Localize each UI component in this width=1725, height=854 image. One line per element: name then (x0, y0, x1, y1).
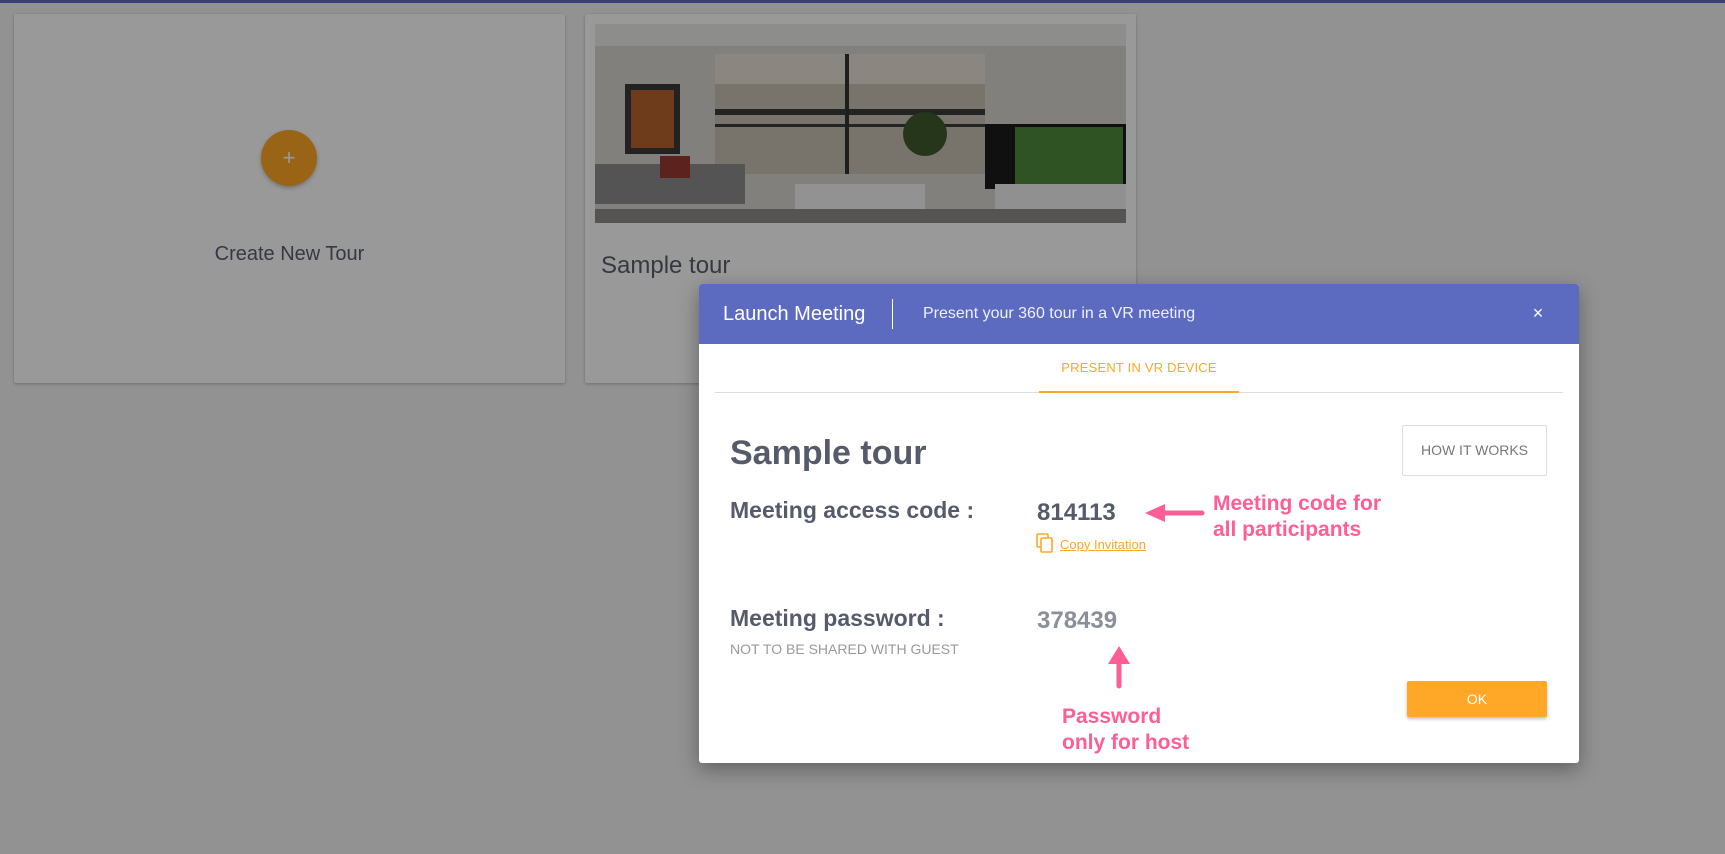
access-code-value: 814113 (1037, 499, 1116, 526)
password-warning: NOT TO BE SHARED WITH GUEST (730, 641, 959, 657)
dialog-title: Launch Meeting (723, 303, 866, 325)
dialog-header: Launch Meeting Present your 360 tour in … (699, 284, 1579, 344)
copy-invitation-link[interactable]: Copy Invitation (1036, 532, 1146, 556)
code-annotation-line2: all participants (1213, 518, 1362, 541)
tab-present-in-vr-device[interactable]: PRESENT IN VR DEVICE (1039, 344, 1239, 393)
ok-button[interactable]: OK (1407, 681, 1547, 717)
code-annotation-line1: Meeting code for (1213, 492, 1382, 515)
access-code-label: Meeting access code : (730, 497, 975, 523)
arrow-up-icon (1105, 643, 1133, 690)
tour-name-heading: Sample tour (730, 434, 927, 472)
close-icon[interactable]: × (1525, 300, 1551, 326)
tab-bar: PRESENT IN VR DEVICE (715, 344, 1563, 393)
password-value: 378439 (1037, 607, 1118, 634)
dialog-subtitle: Present your 360 tour in a VR meeting (923, 305, 1196, 322)
how-it-works-button[interactable]: HOW IT WORKS (1402, 425, 1547, 476)
password-annotation: Password only for host (1062, 704, 1189, 756)
password-annotation-line2: only for host (1062, 731, 1190, 754)
copy-icon (1036, 532, 1054, 556)
code-annotation: Meeting code for all participants (1213, 491, 1381, 543)
arrow-left-icon (1142, 501, 1206, 525)
password-annotation-line1: Password (1062, 705, 1162, 728)
copy-invitation-label: Copy Invitation (1060, 536, 1146, 552)
launch-meeting-dialog: Launch Meeting Present your 360 tour in … (699, 284, 1579, 763)
header-divider (892, 299, 893, 329)
password-label: Meeting password : (730, 605, 945, 631)
